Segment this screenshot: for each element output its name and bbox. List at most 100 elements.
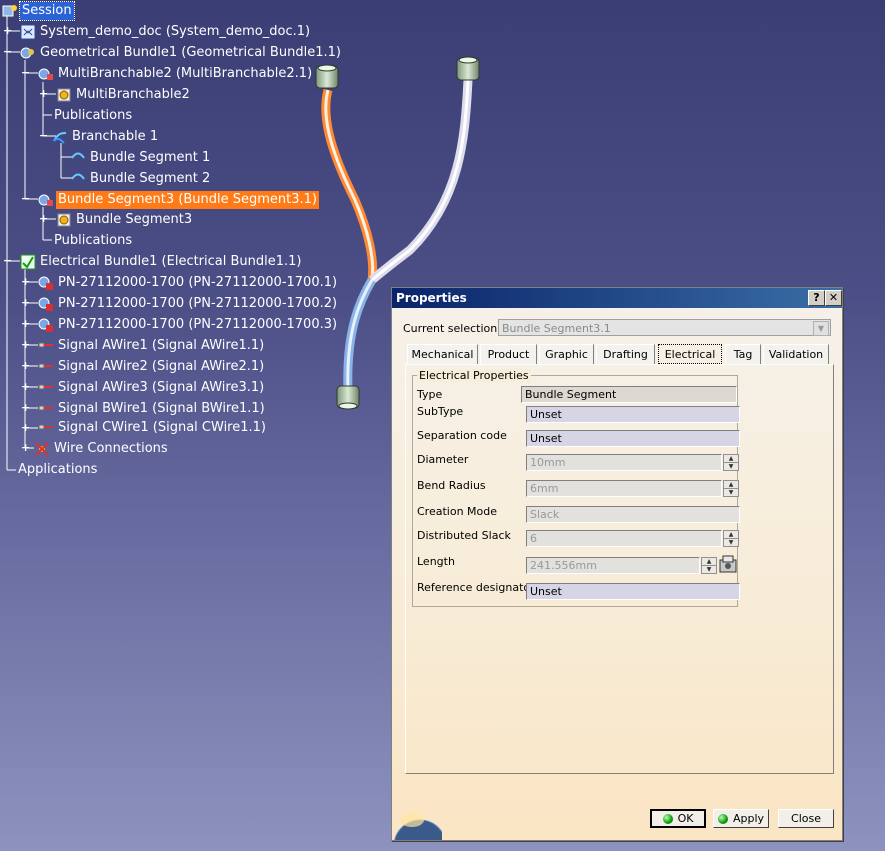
- separation-code-field[interactable]: Unset: [526, 430, 740, 447]
- connector-product-icon: [38, 275, 54, 291]
- tab-product[interactable]: Product: [480, 344, 537, 364]
- tab-tag[interactable]: Tag: [725, 344, 761, 364]
- tree-item-label: Signal AWire1 (Signal AWire1.1): [58, 338, 265, 353]
- multibranchable-product-icon: [38, 66, 54, 82]
- tree-item-connector-2[interactable]: PN-27112000-1700 (PN-27112000-1700.2): [38, 294, 339, 314]
- creation-mode-field[interactable]: Slack: [526, 506, 740, 523]
- ok-button[interactable]: OK: [650, 809, 706, 828]
- distributed-slack-spinner[interactable]: ▲ ▼: [723, 530, 739, 547]
- separation-code-label: Separation code: [417, 429, 507, 442]
- tree-item-signal-bwire1[interactable]: Signal BWire1 (Signal BWire1.1): [38, 399, 267, 419]
- tree-item-connector-3[interactable]: PN-27112000-1700 (PN-27112000-1700.3): [38, 315, 339, 335]
- bend-radius-field[interactable]: 6mm: [526, 480, 722, 497]
- expand-icon[interactable]: +: [21, 297, 30, 308]
- wire-icon: [38, 338, 54, 354]
- expand-icon[interactable]: +: [3, 25, 12, 36]
- current-selection-dropdown[interactable]: Bundle Segment3.1 ▼: [498, 319, 831, 336]
- bend-radius-spinner[interactable]: ▲ ▼: [723, 480, 739, 497]
- wire-highlight: [324, 89, 375, 281]
- ok-label: OK: [677, 812, 694, 825]
- collapse-icon[interactable]: −: [21, 193, 30, 204]
- tree-item-label: PN-27112000-1700 (PN-27112000-1700.1): [58, 275, 338, 290]
- collapse-icon[interactable]: −: [21, 67, 30, 78]
- tab-electrical[interactable]: Electrical: [658, 344, 722, 364]
- tree-item-label: Electrical Bundle1 (Electrical Bundle1.1…: [40, 254, 302, 269]
- expand-icon[interactable]: +: [39, 88, 48, 99]
- dialog-titlebar[interactable]: Properties ? ✕: [392, 288, 842, 308]
- gear-part-icon: [56, 212, 72, 228]
- tree-item-geometrical-bundle[interactable]: Geometrical Bundle1 (Geometrical Bundle1…: [20, 43, 343, 63]
- subtype-field[interactable]: Unset: [526, 406, 740, 423]
- document-icon: [20, 24, 36, 40]
- expand-icon[interactable]: +: [21, 339, 30, 350]
- group-title: Electrical Properties: [417, 369, 531, 382]
- expand-icon[interactable]: +: [21, 276, 30, 287]
- length-field[interactable]: 241.556mm: [526, 557, 700, 574]
- diameter-field[interactable]: 10mm: [526, 454, 722, 471]
- tab-validation[interactable]: Validation: [763, 344, 829, 364]
- tab-graphic[interactable]: Graphic: [539, 344, 594, 364]
- tree-item-label: Wire Connections: [54, 441, 168, 456]
- tree-item-multibranchable2-product[interactable]: MultiBranchable2 (MultiBranchable2.1): [38, 64, 314, 84]
- length-spinner[interactable]: ▲ ▼: [701, 557, 717, 574]
- tab-mechanical[interactable]: Mechanical: [407, 344, 478, 364]
- distributed-slack-field[interactable]: 6: [526, 530, 722, 547]
- expand-icon[interactable]: +: [21, 422, 30, 433]
- tree-item-bundle-segment3-product[interactable]: Bundle Segment3 (Bundle Segment3.1): [38, 190, 320, 210]
- tree-item-bundle-segment3-part[interactable]: Bundle Segment3: [56, 210, 194, 230]
- tree-item-label: Geometrical Bundle1 (Geometrical Bundle1…: [40, 45, 341, 60]
- expand-icon[interactable]: +: [39, 213, 48, 224]
- tree-item-label: Publications: [54, 233, 133, 248]
- tree-item-label: Bundle Segment 1: [90, 150, 211, 165]
- collapse-icon[interactable]: −: [39, 130, 48, 141]
- reference-designator-label: Reference designator: [417, 581, 535, 594]
- tree-item-label: Signal AWire3 (Signal AWire3.1): [58, 380, 265, 395]
- connector-top-right[interactable]: [456, 56, 480, 81]
- reference-designator-field[interactable]: Unset: [526, 583, 740, 600]
- expand-icon[interactable]: +: [21, 360, 30, 371]
- tree-item-label: Applications: [18, 462, 98, 477]
- tree-item-signal-cwire1[interactable]: Signal CWire1 (Signal CWire1.1): [38, 418, 268, 438]
- tree-item-branchable-1[interactable]: Branchable 1: [52, 127, 160, 147]
- expand-icon[interactable]: +: [21, 318, 30, 329]
- expand-icon[interactable]: +: [21, 402, 30, 413]
- tree-item-signal-awire3[interactable]: Signal AWire3 (Signal AWire3.1): [38, 378, 266, 398]
- tree-item-bundle-segment-2[interactable]: Bundle Segment 2: [70, 169, 212, 189]
- connector-bottom[interactable]: [336, 385, 360, 410]
- tree-item-publications[interactable]: Publications: [52, 106, 134, 126]
- subtype-label: SubType: [417, 405, 464, 418]
- tree-item-electrical-bundle[interactable]: Electrical Bundle1 (Electrical Bundle1.1…: [20, 252, 304, 272]
- tree-item-multibranchable2-part[interactable]: MultiBranchable2: [56, 85, 192, 105]
- globe-decoration-icon: [394, 813, 442, 840]
- tree-item-bundle-segment-1[interactable]: Bundle Segment 1: [70, 148, 212, 168]
- connector-product-icon: [38, 296, 54, 312]
- tree-item-signal-awire2[interactable]: Signal AWire2 (Signal AWire2.1): [38, 357, 266, 377]
- expand-icon[interactable]: +: [21, 381, 30, 392]
- tree-item-applications[interactable]: Applications: [16, 460, 99, 480]
- wire-icon: [38, 359, 54, 375]
- tree-item-connector-1[interactable]: PN-27112000-1700 (PN-27112000-1700.1): [38, 273, 339, 293]
- bundle-segment-icon: [70, 171, 86, 187]
- tab-drafting[interactable]: Drafting: [596, 344, 655, 364]
- close-icon[interactable]: ✕: [825, 290, 842, 306]
- tree-item-signal-awire1[interactable]: Signal AWire1 (Signal AWire1.1): [38, 336, 266, 356]
- chevron-down-icon[interactable]: ▼: [813, 321, 829, 336]
- collapse-icon[interactable]: −: [3, 46, 12, 57]
- tree-item-session[interactable]: Session: [2, 1, 75, 21]
- measure-length-icon[interactable]: [718, 554, 740, 574]
- expand-icon[interactable]: +: [21, 442, 30, 453]
- wire-icon: [38, 380, 54, 396]
- apply-button[interactable]: Apply: [713, 809, 769, 828]
- close-button[interactable]: Close: [778, 809, 834, 828]
- collapse-icon[interactable]: −: [3, 255, 12, 266]
- connector-top-left[interactable]: [315, 64, 339, 89]
- diameter-spinner[interactable]: ▲ ▼: [723, 454, 739, 471]
- gear-part-icon: [56, 87, 72, 103]
- tree-item-publications[interactable]: Publications: [52, 231, 134, 251]
- tree-item-label: Bundle Segment 2: [90, 171, 211, 186]
- help-button[interactable]: ?: [808, 290, 825, 306]
- tree-item-wire-connections[interactable]: Wire Connections: [34, 439, 170, 459]
- creation-mode-label: Creation Mode: [417, 505, 498, 518]
- ok-icon: [662, 813, 673, 824]
- tree-item-system-demo-doc[interactable]: System_demo_doc (System_demo_doc.1): [20, 22, 312, 42]
